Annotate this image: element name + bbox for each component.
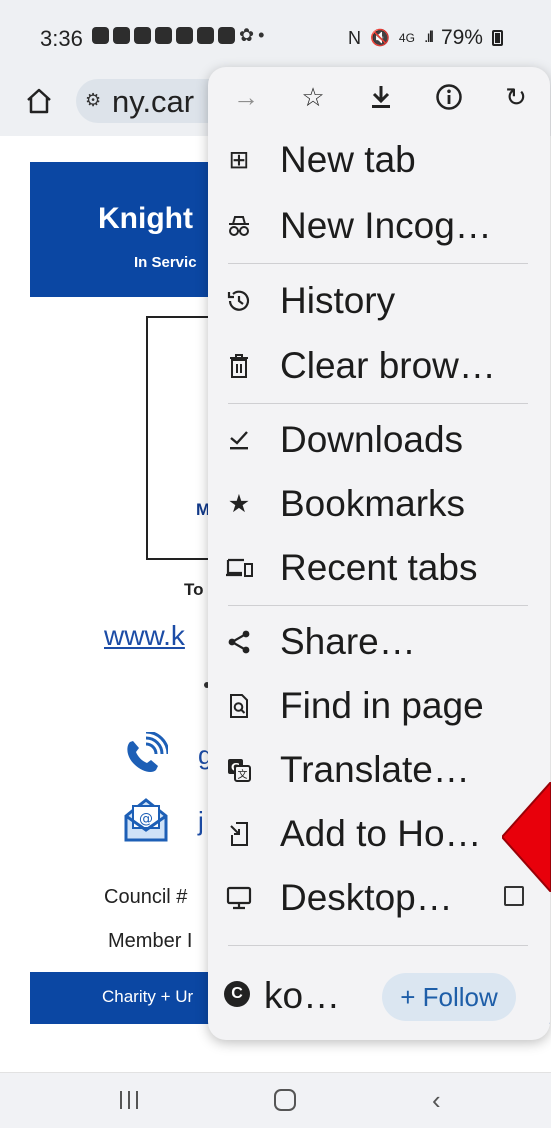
- menu-item-bookmarks[interactable]: ★ Bookmarks: [208, 473, 550, 535]
- menu-item-label: Desktop…: [280, 877, 453, 918]
- status-bar: 3:36 ✿ • N 🔇 4G .ıll 79%: [0, 0, 551, 70]
- signal-icon: .ıll: [423, 29, 434, 46]
- menu-item-label: Find in page: [280, 685, 484, 726]
- nfc-icon: N: [348, 27, 361, 48]
- notification-icon: [176, 27, 193, 44]
- dot-icon: •: [258, 25, 265, 45]
- menu-divider: [228, 263, 528, 264]
- menu-toolbar: → ☆ ↻: [208, 67, 550, 129]
- system-nav-bar: ‹: [0, 1072, 551, 1128]
- menu-item-downloads[interactable]: Downloads: [208, 409, 550, 471]
- follow-site-name: ko…: [264, 975, 341, 1016]
- mute-icon: 🔇: [370, 30, 390, 47]
- council-text: Council #: [104, 886, 188, 908]
- forward-icon[interactable]: →: [226, 77, 266, 117]
- follow-button[interactable]: + Follow: [382, 973, 516, 1021]
- bookmark-star-icon[interactable]: ☆: [293, 77, 333, 117]
- menu-item-label: Bookmarks: [280, 483, 466, 524]
- downloads-check-icon: [224, 425, 254, 455]
- site-logo-icon: C: [224, 981, 250, 1007]
- menu-item-follow-site: C ko… + Follow: [208, 965, 550, 1027]
- url-text: ny.car: [112, 84, 195, 119]
- battery-icon: [491, 30, 503, 46]
- website-link[interactable]: www.k: [104, 620, 185, 652]
- menu-item-add-to-home[interactable]: Add to Ho…: [208, 803, 550, 865]
- home-button[interactable]: [274, 1089, 296, 1111]
- menu-item-label: History: [280, 280, 396, 321]
- notification-icon: [92, 27, 109, 44]
- menu-item-share[interactable]: Share…: [208, 611, 550, 673]
- screen: { "status_bar": { "time": "3:36", "netwo…: [0, 0, 551, 1128]
- menu-item-label: Clear brow…: [280, 345, 496, 386]
- battery-percent: 79%: [440, 26, 483, 49]
- add-to-home-icon: [224, 819, 254, 849]
- menu-item-translate[interactable]: G文 Translate…: [208, 739, 550, 801]
- menu-item-label: Add to Ho…: [280, 813, 482, 854]
- menu-item-find-in-page[interactable]: Find in page: [208, 675, 550, 737]
- phone-icon: [127, 732, 168, 772]
- download-icon[interactable]: [361, 77, 401, 117]
- share-icon: [224, 627, 254, 657]
- desktop-icon: [224, 883, 254, 913]
- translate-icon: G文: [224, 755, 254, 785]
- menu-item-label: Recent tabs: [280, 547, 478, 588]
- member-text: Member I: [108, 930, 193, 952]
- recent-apps-button[interactable]: [120, 1091, 138, 1109]
- star-filled-icon: ★: [227, 490, 251, 518]
- back-button[interactable]: ‹: [432, 1085, 441, 1116]
- home-icon[interactable]: [24, 86, 54, 116]
- notification-icon: [197, 27, 214, 44]
- svg-text:@: @: [139, 811, 153, 827]
- notification-icons: ✿ •: [92, 25, 265, 45]
- find-in-page-icon: [224, 691, 254, 721]
- svg-text:文: 文: [238, 768, 248, 781]
- fan-icon: ✿: [239, 25, 255, 45]
- banner-title: Knight: [98, 202, 193, 235]
- trash-icon: [224, 351, 254, 381]
- menu-item-label: Downloads: [280, 419, 464, 460]
- menu-divider: [228, 403, 528, 404]
- network-type: 4G: [398, 31, 415, 45]
- email-icon: @: [124, 798, 168, 842]
- annotation-arrow-icon: [502, 782, 551, 892]
- history-icon: [224, 286, 254, 316]
- menu-item-label: New Incog…: [280, 205, 492, 246]
- menu-divider: [228, 945, 528, 946]
- menu-item-clear-browsing[interactable]: Clear brow…: [208, 335, 550, 397]
- info-icon[interactable]: [429, 77, 469, 117]
- notification-icon: [218, 27, 235, 44]
- menu-item-history[interactable]: History: [208, 270, 550, 332]
- to-text: To: [184, 580, 204, 599]
- status-time: 3:36: [40, 26, 83, 51]
- incognito-icon: [224, 211, 254, 241]
- site-settings-icon[interactable]: ⚙: [85, 90, 101, 111]
- menu-divider: [228, 605, 528, 606]
- menu-item-label: Translate…: [280, 749, 470, 790]
- notification-icon: [113, 27, 130, 44]
- menu-item-new-incognito[interactable]: New Incog…: [208, 195, 550, 257]
- menu-item-label: New tab: [280, 139, 416, 180]
- notification-icon: [134, 27, 151, 44]
- banner-subtitle: In Servic: [134, 254, 197, 271]
- devices-icon: [224, 553, 254, 583]
- browser-menu: → ☆ ↻ ⊞ New tab New Incog… History Clear…: [208, 67, 550, 1040]
- new-tab-icon: ⊞: [228, 146, 250, 174]
- charity-text: Charity + Ur: [102, 987, 194, 1006]
- reload-icon[interactable]: ↻: [496, 77, 536, 117]
- email-link[interactable]: j: [198, 806, 204, 837]
- notification-icon: [155, 27, 172, 44]
- menu-item-label: Share…: [280, 621, 416, 662]
- system-status: N 🔇 4G .ıll 79%: [348, 26, 503, 50]
- menu-item-recent-tabs[interactable]: Recent tabs: [208, 537, 550, 599]
- menu-item-new-tab[interactable]: ⊞ New tab: [208, 129, 550, 191]
- menu-item-desktop-site[interactable]: Desktop…: [208, 867, 550, 929]
